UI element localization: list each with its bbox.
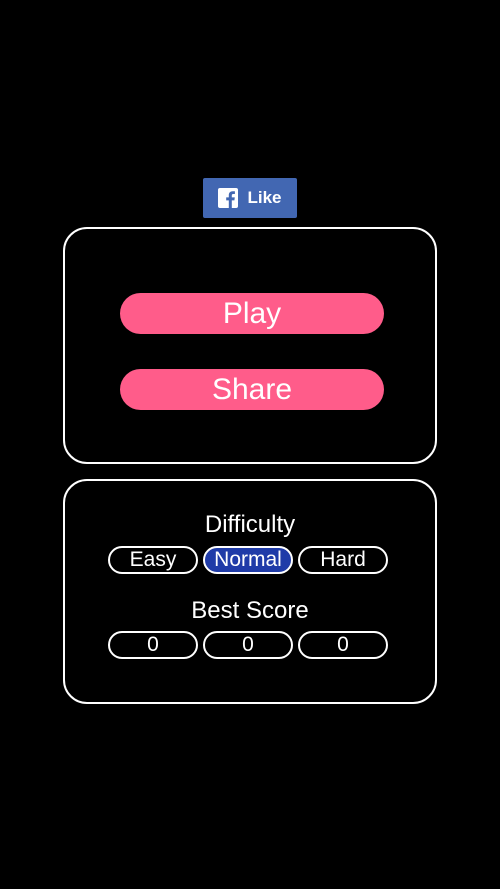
difficulty-normal-option[interactable]: Normal — [203, 546, 293, 574]
facebook-like-button[interactable]: Like — [203, 178, 297, 218]
best-score-title: Best Score — [191, 597, 309, 624]
facebook-icon — [218, 188, 239, 208]
like-label: Like — [247, 188, 282, 207]
difficulty-title: Difficulty — [204, 511, 296, 538]
difficulty-easy-option[interactable]: Easy — [108, 546, 198, 574]
stats-panel: Difficulty Easy Normal Hard Best Score 0… — [63, 479, 437, 704]
best-score-hard: 0 — [298, 631, 388, 659]
main-menu-panel: Play Share — [63, 227, 437, 464]
best-score-row: 0 0 0 — [108, 631, 388, 659]
difficulty-hard-option[interactable]: Hard — [298, 546, 388, 574]
best-score-easy: 0 — [108, 631, 198, 659]
share-button[interactable]: Share — [120, 369, 384, 410]
play-button[interactable]: Play — [120, 293, 384, 334]
difficulty-selector: Easy Normal Hard — [108, 546, 388, 574]
best-score-normal: 0 — [203, 631, 293, 659]
